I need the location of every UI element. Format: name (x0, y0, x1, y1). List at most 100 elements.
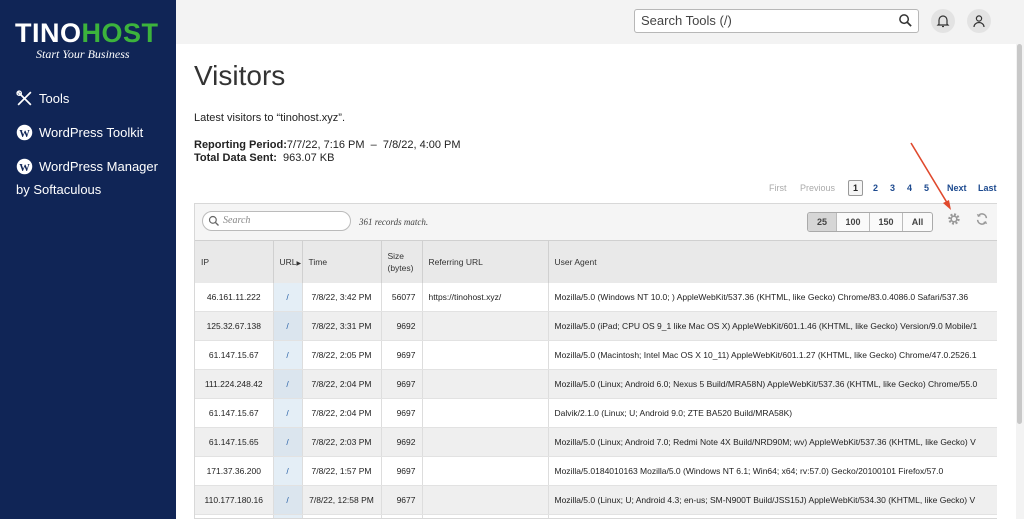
cell-ip: 61.147.15.67 (195, 398, 274, 428)
search-tools-input[interactable]: Search Tools (/) (634, 9, 919, 33)
cell-url[interactable]: / (273, 369, 303, 399)
table-row: 61.147.15.67/7/8/22, 2:04 PM 9697 Dalvik/2… (195, 398, 997, 428)
cell-time: 7/8/22, 2:03 PM (302, 427, 382, 457)
user-icon (973, 15, 985, 28)
cell-agent: Mozilla/5.0 (Linux; Android 6.0; Nexus 5… (548, 369, 997, 399)
records-count: 361 records match. (359, 217, 429, 227)
notifications-button[interactable] (931, 9, 955, 33)
tools-icon (16, 90, 32, 106)
total-data-sent: Total Data Sent: 963.07 KB (194, 152, 334, 164)
pager-next[interactable]: Next (947, 183, 967, 193)
gear-icon[interactable] (947, 212, 961, 226)
page-size-25[interactable]: 25 (808, 213, 837, 231)
period-value: 7/7/22, 7:16 PM – 7/8/22, 4:00 PM (286, 139, 461, 151)
cell-time: 7/8/22, 3:31 PM (302, 311, 382, 341)
column-header-time[interactable]: Time (302, 240, 382, 283)
cell-time: 7/8/22, 12:58 PM (302, 485, 382, 515)
total-label: Total Data Sent: (194, 152, 277, 164)
cell-agent: Mozilla/5.0 (Linux; U; Android 4.3; en-u… (548, 485, 997, 515)
cell-size: 9697 (381, 369, 423, 399)
table-row: 61.147.15.67/7/8/22, 2:05 PM 9697 Mozilla/… (195, 340, 997, 370)
page-size-selector: 25 100 150 All (807, 212, 933, 232)
column-header-url-label: URL (279, 256, 297, 267)
page-size-150[interactable]: 150 (870, 213, 903, 231)
sidebar-item-sublabel[interactable]: by Softaculous (16, 182, 101, 197)
cell-url[interactable]: / (273, 427, 303, 457)
pager-first[interactable]: First (769, 183, 787, 193)
page-scrollbar-thumb[interactable] (1017, 44, 1022, 424)
cell-url[interactable]: / (273, 485, 303, 515)
table-row: 125.32.67.138/7/8/22, 3:31 PM 9692 Mozilla… (195, 311, 997, 341)
cell-referrer (422, 485, 549, 515)
cell-time: 7/8/22, 2:05 PM (302, 340, 382, 370)
cell-agent: Mozilla/5.0 (Linux; Android 7.0; Redmi N… (548, 427, 997, 457)
sort-arrow-icon: ▶ (296, 260, 302, 267)
total-value: 963.07 KB (283, 152, 335, 164)
cell-time: 7/8/22, 2:04 PM (302, 398, 382, 428)
cell-agent: Mozilla/5.0 (Macintosh; Intel Mac OS X 1… (548, 340, 997, 370)
sidebar-item-wordpress-manager[interactable]: W WordPress Manager (16, 158, 158, 175)
page-size-100[interactable]: 100 (837, 213, 870, 231)
search-icon (208, 215, 219, 226)
reporting-period: Reporting Period:7/7/22, 7:16 PM – 7/8/2… (194, 139, 461, 151)
brand-tagline: Start Your Business (36, 47, 130, 61)
search-icon[interactable] (898, 13, 913, 28)
cell-agent (548, 514, 997, 518)
cell-ip (195, 514, 274, 518)
cell-agent: Dalvik/2.1.0 (Linux; U; Android 9.0; ZTE… (548, 398, 997, 428)
column-header-size[interactable]: Size (bytes) (381, 240, 423, 283)
cell-size: 56077 (381, 282, 423, 312)
brand-name-part2: HOST (81, 18, 159, 48)
period-label: Reporting Period: (194, 139, 287, 151)
cell-referrer (422, 311, 549, 341)
column-header-user-agent[interactable]: User Agent (548, 240, 997, 283)
cell-ip: 46.161.11.222 (195, 282, 274, 312)
cell-size: 9697 (381, 398, 423, 428)
sidebar-item-tools[interactable]: Tools (16, 90, 69, 107)
cell-size: 9692 (381, 311, 423, 341)
brand-name-part1: TINO (15, 18, 82, 48)
page-title: Visitors (194, 60, 286, 91)
column-header-ip[interactable]: IP (195, 240, 274, 283)
cell-agent: Mozilla/5.0184010163 Mozilla/5.0 (Window… (548, 456, 997, 486)
brand-logo[interactable]: TINOHOST Start Your Business (15, 18, 165, 62)
cell-url[interactable]: / (273, 311, 303, 341)
page-size-all[interactable]: All (903, 213, 932, 231)
user-menu-button[interactable] (967, 9, 991, 33)
cell-url[interactable]: / (273, 398, 303, 428)
cell-ip: 110.177.180.16 (195, 485, 274, 515)
cell-url[interactable]: / (273, 282, 303, 312)
table-row: 110.177.180.16/7/8/22, 12:58 PM 9677 Mozil… (195, 485, 997, 515)
cell-size: 9697 (381, 456, 423, 486)
sidebar-item-label: WordPress Toolkit (39, 125, 144, 140)
pager-page-3[interactable]: 3 (890, 183, 895, 193)
cell-size: 9677 (381, 485, 423, 515)
table-body: 46.161.11.222/7/8/22, 3:42 PM 56077 https:… (195, 282, 997, 518)
cell-time: 7/8/22, 3:42 PM (302, 282, 382, 312)
sidebar-item-wordpress-toolkit[interactable]: W WordPress Toolkit (16, 124, 143, 141)
table-header-row: IP URL▶ Time Size (bytes) Referring URL … (195, 240, 997, 283)
cell-ip: 111.224.248.42 (195, 369, 274, 399)
column-header-url[interactable]: URL▶ (273, 240, 303, 283)
cell-url[interactable]: / (273, 340, 303, 370)
sidebar-item-label: Tools (39, 91, 70, 106)
wordpress-icon: W (16, 158, 33, 175)
table-search-input[interactable]: Search (202, 211, 351, 231)
pager-page-5[interactable]: 5 (924, 183, 929, 193)
table-row: 61.147.15.65/7/8/22, 2:03 PM 9692 Mozilla/… (195, 427, 997, 457)
cell-url[interactable] (273, 514, 303, 518)
wordpress-icon: W (16, 124, 33, 141)
column-header-referrer[interactable]: Referring URL (422, 240, 549, 283)
table-row: 46.161.11.222/7/8/22, 3:42 PM 56077 https:… (195, 282, 997, 312)
pager-previous[interactable]: Previous (800, 183, 835, 193)
pager-page-1[interactable]: 1 (848, 180, 864, 196)
pager-page-4[interactable]: 4 (907, 183, 912, 193)
pager-page-2[interactable]: 2 (873, 183, 878, 193)
cell-ip: 61.147.15.67 (195, 340, 274, 370)
pager-last[interactable]: Last (978, 183, 997, 193)
visitors-table-panel: Search 361 records match. 25 100 150 All… (194, 203, 997, 519)
cell-url[interactable]: / (273, 456, 303, 486)
refresh-icon[interactable] (975, 212, 989, 226)
cell-agent: Mozilla/5.0 (iPad; CPU OS 9_1 like Mac O… (548, 311, 997, 341)
bell-icon (936, 15, 950, 28)
